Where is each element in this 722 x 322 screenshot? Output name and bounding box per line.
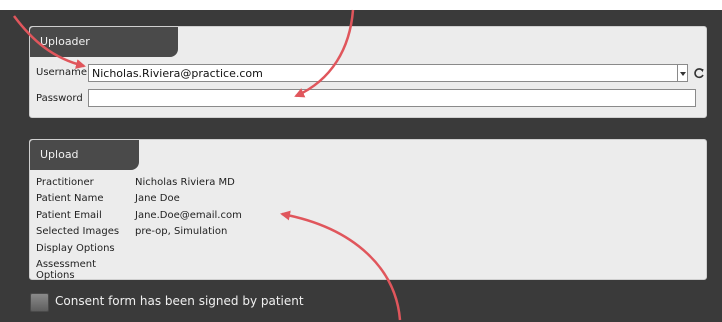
upload-summary-panel: Upload Summary Practitioner Nicholas Rivi… <box>29 139 707 281</box>
summary-value: Nicholas Riviera MD <box>135 177 235 188</box>
summary-row-practitioner: Practitioner Nicholas Riviera MD <box>36 177 235 188</box>
top-band <box>0 0 722 10</box>
refresh-icon <box>694 68 704 79</box>
summary-value: Jane.Doe@email.com <box>135 210 242 221</box>
username-dropdown-button[interactable] <box>678 64 688 82</box>
uploader-authentication-panel: Uploader Authentication Username Nichola… <box>29 26 707 118</box>
summary-key: Display Options <box>36 243 115 254</box>
summary-key: Practitioner <box>36 177 94 188</box>
uploader-authentication-tab: Uploader Authentication <box>30 27 178 78</box>
summary-row-assessment-options: Assessment Options <box>36 259 135 281</box>
summary-key: Patient Email <box>36 210 102 221</box>
summary-key: Patient Name <box>36 193 104 204</box>
summary-row-patient-email: Patient Email Jane.Doe@email.com <box>36 210 242 221</box>
password-label: Password <box>36 93 83 104</box>
summary-value: pre-op, Simulation <box>135 226 228 237</box>
summary-value: Jane Doe <box>135 193 180 204</box>
summary-row-patient-name: Patient Name Jane Doe <box>36 193 180 204</box>
consent-label[interactable]: Consent form has been signed by patient <box>55 294 304 308</box>
upload-summary-tab: Upload Summary <box>30 140 139 191</box>
summary-row-display-options: Display Options <box>36 243 135 254</box>
username-field[interactable]: Nicholas.Riviera@practice.com <box>88 64 678 82</box>
password-field[interactable] <box>88 89 696 107</box>
refresh-button[interactable] <box>692 64 706 82</box>
consent-checkbox[interactable] <box>30 293 49 312</box>
username-label: Username <box>36 67 87 78</box>
chevron-down-icon <box>680 72 686 76</box>
summary-row-selected-images: Selected Images pre-op, Simulation <box>36 226 227 237</box>
summary-key: Assessment Options <box>36 259 96 281</box>
summary-key: Selected Images <box>36 226 120 237</box>
